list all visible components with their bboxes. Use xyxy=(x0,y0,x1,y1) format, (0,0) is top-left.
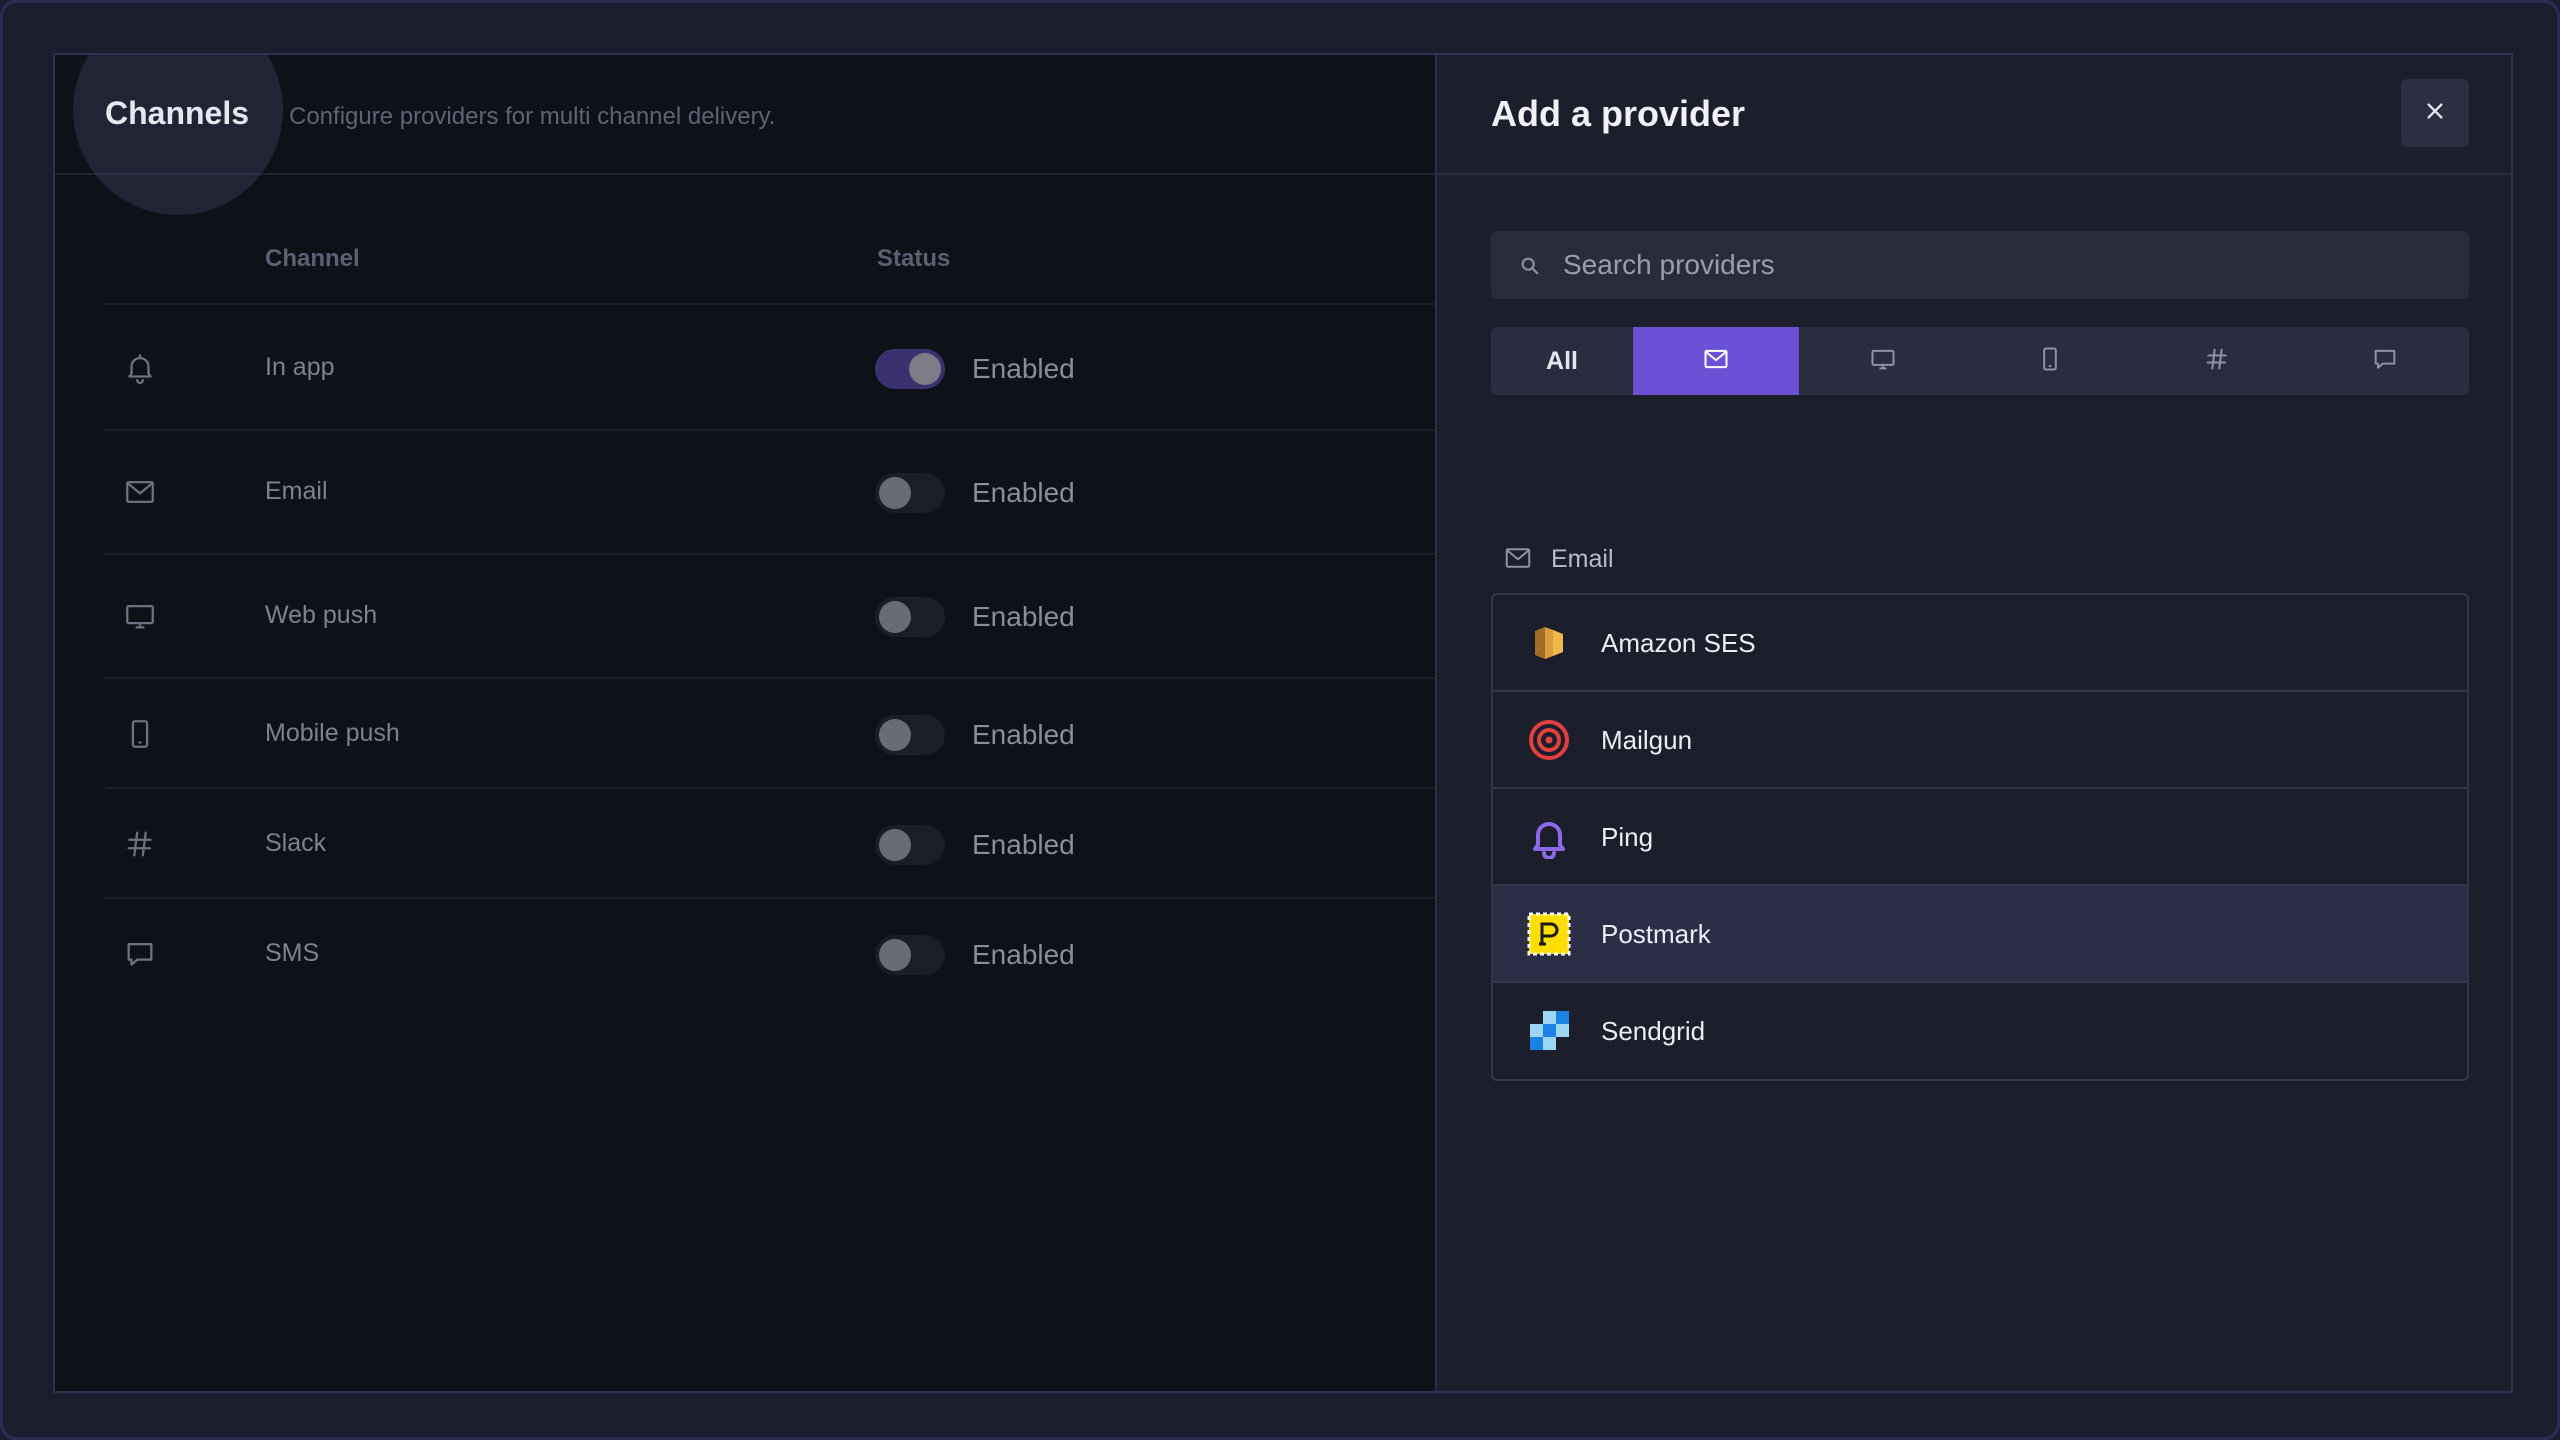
channel-status: Enabled xyxy=(972,477,1075,508)
provider-item-amazon-ses[interactable]: Amazon SES xyxy=(1493,595,2467,692)
provider-name: Ping xyxy=(1601,822,1654,852)
close-icon xyxy=(2424,100,2446,127)
channel-row-sms[interactable]: SMS Enabled xyxy=(105,899,1435,1009)
column-header-channel: Channel xyxy=(265,245,360,272)
channel-label: Email xyxy=(265,477,328,505)
channels-panel: Channels Configure providers for multi c… xyxy=(55,55,1435,1391)
hash-icon xyxy=(123,827,157,861)
provider-item-postmark[interactable]: Postmark xyxy=(1493,886,2467,983)
toggle-knob xyxy=(879,829,911,861)
search-box[interactable] xyxy=(1491,231,2469,299)
page-subtitle: Configure providers for multi channel de… xyxy=(289,103,776,130)
channel-status: Enabled xyxy=(972,601,1075,632)
channel-filter-tabs: All xyxy=(1491,327,2469,395)
channel-label: Web push xyxy=(265,601,378,629)
channel-toggle-mobile-push[interactable] xyxy=(875,715,945,755)
hash-icon xyxy=(2203,345,2231,378)
provider-name: Mailgun xyxy=(1601,725,1693,755)
close-button[interactable] xyxy=(2401,79,2469,147)
mail-icon xyxy=(1503,543,1533,573)
mobile-icon xyxy=(123,717,157,751)
toggle-knob xyxy=(879,719,911,751)
amazon-ses-logo xyxy=(1527,621,1571,665)
provider-name: Sendgrid xyxy=(1601,1016,1706,1046)
table-header: Channel Status xyxy=(105,245,1435,305)
section-label: Email xyxy=(1551,545,1614,573)
tab-chat[interactable] xyxy=(2133,327,2301,395)
sendgrid-logo xyxy=(1527,1009,1571,1053)
tab-sms[interactable] xyxy=(2301,327,2469,395)
tab-mobile-push[interactable] xyxy=(1967,327,2133,395)
monitor-icon xyxy=(123,599,157,633)
tab-web-push[interactable] xyxy=(1799,327,1967,395)
channel-status: Enabled xyxy=(972,353,1075,384)
click-ripple xyxy=(73,55,283,215)
app-frame: Channels Configure providers for multi c… xyxy=(0,0,2560,1440)
channel-row-email[interactable]: Email Enabled xyxy=(105,431,1435,555)
channel-label: SMS xyxy=(265,939,320,967)
add-provider-drawer: Add a provider All xyxy=(1435,55,2511,1391)
provider-list: Amazon SES Mailgun Ping Postmark Sendgri… xyxy=(1491,593,2469,1081)
app-window: Channels Configure providers for multi c… xyxy=(53,53,2513,1393)
channel-toggle-web-push[interactable] xyxy=(875,597,945,637)
channel-row-in-app[interactable]: In app Enabled xyxy=(105,307,1435,431)
channel-toggle-email[interactable] xyxy=(875,473,945,513)
channel-label: In app xyxy=(265,353,335,381)
channel-row-web-push[interactable]: Web push Enabled xyxy=(105,555,1435,679)
provider-item-sendgrid[interactable]: Sendgrid xyxy=(1493,983,2467,1079)
channel-status: Enabled xyxy=(972,939,1075,970)
column-header-status: Status xyxy=(877,245,951,272)
channel-label: Slack xyxy=(265,829,327,857)
provider-name: Amazon SES xyxy=(1601,628,1756,658)
ping-logo xyxy=(1527,815,1571,860)
monitor-icon xyxy=(1869,345,1897,378)
search-icon xyxy=(1519,255,1541,277)
channel-row-mobile-push[interactable]: Mobile push Enabled xyxy=(105,679,1435,789)
chat-icon xyxy=(2371,345,2399,378)
channel-label: Mobile push xyxy=(265,719,400,747)
mail-icon xyxy=(123,475,157,509)
channel-status: Enabled xyxy=(972,719,1075,750)
postmark-logo xyxy=(1527,912,1571,956)
channel-status: Enabled xyxy=(972,829,1075,860)
provider-name: Postmark xyxy=(1601,919,1711,949)
channel-toggle-slack[interactable] xyxy=(875,825,945,865)
toggle-knob xyxy=(879,477,911,509)
mail-icon xyxy=(1702,345,1730,378)
toggle-knob xyxy=(879,939,911,971)
drawer-title: Add a provider xyxy=(1491,93,1746,134)
provider-item-ping[interactable]: Ping xyxy=(1493,789,2467,886)
toggle-knob xyxy=(879,601,911,633)
provider-item-mailgun[interactable]: Mailgun xyxy=(1493,692,2467,789)
channels-header: Channels Configure providers for multi c… xyxy=(55,55,1435,215)
bell-icon xyxy=(123,351,157,385)
mailgun-logo xyxy=(1527,718,1571,762)
page-title: Channels xyxy=(105,95,250,131)
drawer-header: Add a provider xyxy=(1437,55,2511,175)
chat-icon xyxy=(123,937,157,971)
tab-email[interactable] xyxy=(1633,327,1799,395)
channel-row-slack[interactable]: Slack Enabled xyxy=(105,789,1435,899)
toggle-knob xyxy=(909,353,941,385)
mobile-icon xyxy=(2036,345,2064,378)
channel-toggle-sms[interactable] xyxy=(875,935,945,975)
search-input[interactable] xyxy=(1563,231,2443,299)
channel-toggle-in-app[interactable] xyxy=(875,349,945,389)
tab-all[interactable]: All xyxy=(1491,327,1633,395)
